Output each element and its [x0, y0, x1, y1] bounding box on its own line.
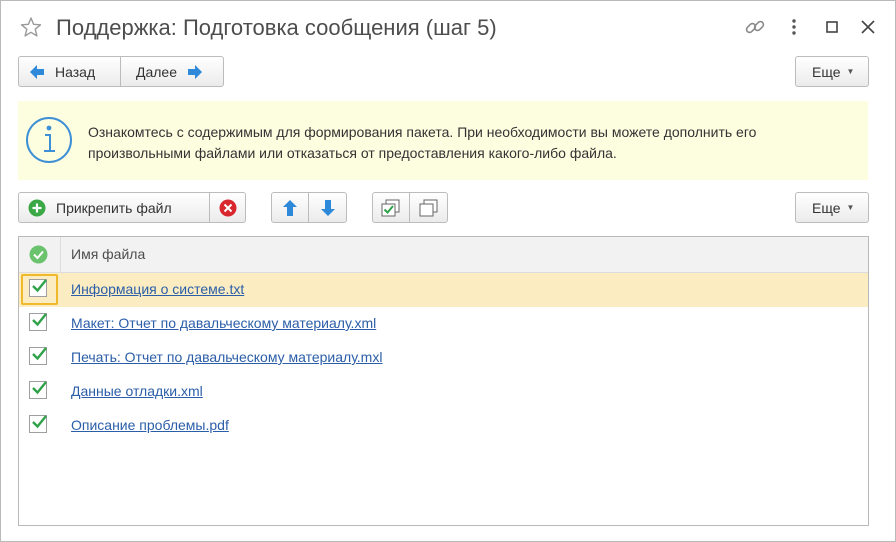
star-icon[interactable]	[20, 16, 42, 38]
arrow-right-icon	[188, 64, 203, 79]
files-table: Имя файла Информация о системе.txt Макет…	[18, 236, 869, 526]
row-checkbox[interactable]	[29, 347, 47, 365]
window-title: Поддержка: Подготовка сообщения (шаг 5)	[56, 15, 497, 40]
chevron-down-icon: ▼	[846, 203, 855, 212]
arrow-left-icon	[30, 64, 44, 79]
move-up-button[interactable]	[271, 192, 309, 223]
table-row[interactable]: Данные отладки.xml	[19, 375, 868, 409]
more-button-top[interactable]: Еще ▼	[795, 56, 869, 87]
checkmark-icon	[32, 415, 47, 429]
table-row[interactable]: Информация о системе.txt	[19, 273, 868, 307]
back-label: Назад	[55, 63, 96, 80]
arrow-up-icon	[283, 199, 297, 216]
more-button-table[interactable]: Еще ▼	[795, 192, 869, 223]
remove-circle-icon	[219, 199, 236, 216]
info-panel: Ознакомтесь с содержимым для формировани…	[18, 101, 868, 180]
more-label-table: Еще	[812, 199, 841, 216]
chevron-down-icon: ▼	[846, 67, 855, 76]
check-circle-icon	[29, 245, 48, 264]
checkmark-icon	[32, 347, 47, 361]
arrow-down-icon	[320, 199, 335, 216]
move-down-button[interactable]	[308, 192, 347, 223]
table-row[interactable]: Печать: Отчет по давальческому материалу…	[19, 341, 868, 375]
file-name-link[interactable]: Макет: Отчет по давальческому материалу.…	[71, 315, 376, 331]
check-column-header[interactable]	[19, 237, 61, 272]
link-icon[interactable]	[744, 16, 766, 38]
back-button[interactable]: Назад	[18, 56, 121, 87]
uncheck-all-icon	[419, 199, 437, 216]
attach-file-button[interactable]: Прикрепить файл	[18, 192, 210, 223]
check-all-icon	[381, 199, 400, 216]
row-checkbox[interactable]	[29, 279, 47, 297]
close-icon[interactable]	[857, 16, 879, 38]
row-checkbox[interactable]	[29, 313, 47, 331]
more-label-top: Еще	[812, 63, 841, 80]
dialog-window: Поддержка: Подготовка сообщения (шаг 5) …	[0, 0, 896, 542]
checkmark-icon	[32, 381, 47, 395]
file-name-link[interactable]: Печать: Отчет по давальческому материалу…	[71, 349, 382, 365]
checkmark-icon	[32, 313, 47, 327]
attach-file-label: Прикрепить файл	[56, 199, 172, 216]
file-name-link[interactable]: Информация о системе.txt	[71, 281, 244, 297]
title-bar: Поддержка: Подготовка сообщения (шаг 5)	[1, 1, 895, 51]
column-header-filename[interactable]: Имя файла	[71, 246, 145, 262]
maximize-icon[interactable]	[821, 16, 843, 38]
row-checkbox[interactable]	[29, 381, 47, 399]
next-label: Далее	[136, 63, 178, 80]
row-checkbox[interactable]	[29, 415, 47, 433]
table-row[interactable]: Описание проблемы.pdf	[19, 409, 868, 443]
table-row[interactable]: Макет: Отчет по давальческому материалу.…	[19, 307, 868, 341]
check-all-button[interactable]	[372, 192, 410, 223]
remove-file-button[interactable]	[209, 192, 246, 223]
file-name-link[interactable]: Данные отладки.xml	[71, 383, 203, 399]
add-circle-icon	[28, 199, 46, 216]
info-icon	[26, 117, 72, 163]
checkmark-icon	[32, 279, 47, 293]
table-header: Имя файла	[19, 237, 868, 273]
uncheck-all-button[interactable]	[409, 192, 448, 223]
next-button[interactable]: Далее	[120, 56, 224, 87]
info-message: Ознакомтесь с содержимым для формировани…	[88, 124, 757, 161]
more-vert-icon[interactable]	[783, 16, 805, 38]
file-name-link[interactable]: Описание проблемы.pdf	[71, 417, 229, 433]
